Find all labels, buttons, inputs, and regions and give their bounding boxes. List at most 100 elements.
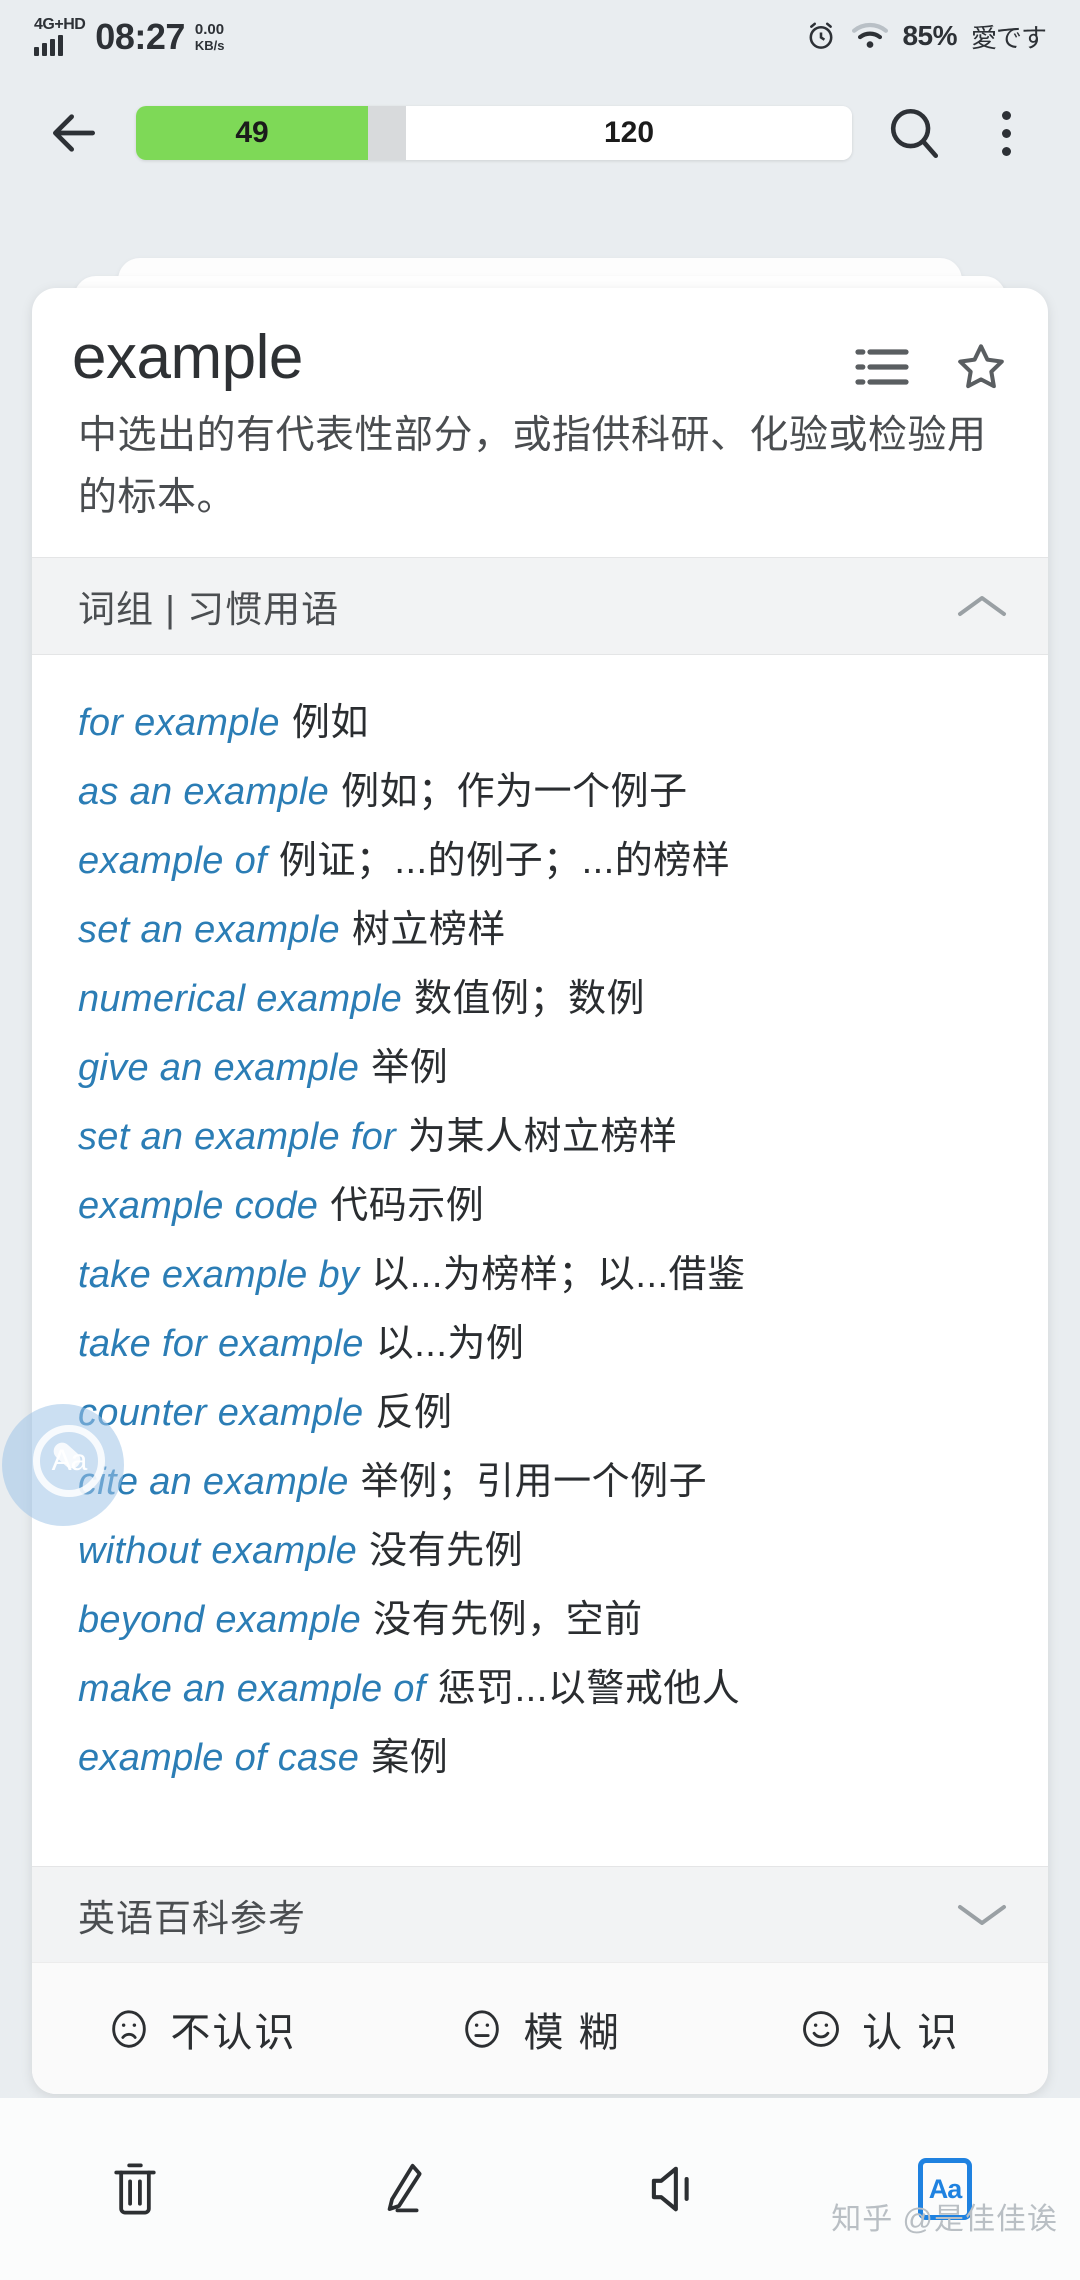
list-item[interactable]: cite an example 举例；引用一个例子: [78, 1448, 1012, 1517]
list-item[interactable]: for example 例如: [78, 689, 1012, 758]
frowning-face-icon: [112, 2009, 147, 2048]
smiling-face-icon: [803, 2010, 840, 2047]
status-bar-right: 85% 愛です: [804, 18, 1047, 55]
list-item[interactable]: without example 没有先例: [78, 1517, 1012, 1586]
floating-text-magnifier-button[interactable]: Aa: [2, 1404, 124, 1526]
wifi-icon: [852, 21, 889, 51]
bottom-toolbar: Aa: [0, 2098, 1080, 2280]
phrase-chinese: 举例: [371, 1047, 449, 1089]
search-button[interactable]: [868, 87, 960, 179]
list-item[interactable]: example of 例证；...的例子；...的榜样: [78, 827, 1012, 896]
delete-button[interactable]: [0, 2098, 270, 2280]
phrase-chinese: 树立榜样: [351, 909, 506, 951]
list-item[interactable]: set an example 树立榜样: [78, 896, 1012, 965]
list-item[interactable]: counter example 反例: [78, 1379, 1012, 1448]
list-item[interactable]: numerical example 数值例；数例: [78, 965, 1012, 1034]
top-navigation-bar: 49 120: [0, 78, 1080, 188]
phrase-chinese: 没有先例: [369, 1530, 524, 1572]
phrase-english: beyond example: [78, 1599, 362, 1641]
battery-percentage: 85%: [902, 20, 957, 51]
list-item[interactable]: beyond example 没有先例，空前: [78, 1586, 1012, 1655]
section-header-encyclopedia[interactable]: 英语百科参考: [32, 1866, 1048, 1962]
headword: example: [72, 323, 303, 392]
word-definition: 中选出的有代表性部分，或指供科研、化验或检验用的标本。: [78, 414, 987, 519]
phrase-chinese: 以...为例: [375, 1323, 525, 1365]
list-item[interactable]: as an example 例如；作为一个例子: [78, 758, 1012, 827]
phrase-english: take example by: [78, 1254, 360, 1296]
grade-button-unknown[interactable]: 不认识: [32, 2000, 371, 2058]
phrase-chinese: 反例: [375, 1392, 453, 1434]
network-type-label: 4G+HD: [34, 15, 86, 33]
phrase-english: give an example: [78, 1047, 360, 1089]
neutral-face-icon: [465, 2009, 500, 2048]
network-speed-value: 0.00: [194, 20, 225, 38]
search-icon: [890, 108, 939, 159]
status-bar-clock: 08:27: [95, 15, 185, 57]
back-button[interactable]: [28, 87, 120, 179]
back-arrow-icon: [53, 114, 95, 152]
study-progress-bar[interactable]: 49 120: [136, 106, 852, 160]
pronounce-button[interactable]: [540, 2098, 810, 2280]
network-speed-indicator: 0.00 KB/s: [194, 20, 225, 54]
signal-strength-icon: [34, 34, 63, 56]
grade-label: 模 糊: [523, 2010, 621, 2055]
phrase-chinese: 案例: [371, 1737, 449, 1779]
phrase-chinese: 例证；...的例子；...的榜样: [278, 840, 731, 882]
phrase-english: set an example for: [78, 1116, 397, 1158]
chevron-down-icon: [958, 1904, 1006, 1925]
phrase-english: make an example of: [78, 1668, 426, 1710]
list-item[interactable]: take example by 以...为榜样；以...借鉴: [78, 1241, 1012, 1310]
phrase-english: take for example: [78, 1323, 364, 1365]
phrase-english: set an example: [78, 909, 340, 951]
phrase-english: example of case: [78, 1737, 360, 1779]
grade-button-bar: 不认识 模 糊 认 识: [32, 1962, 1048, 2094]
section-title-phrases: 词组 | 习惯用语: [78, 589, 340, 630]
word-detail-card: example 中选出的有代表性部分，或指供科研、化验或检验用的标本。 词组 |…: [32, 288, 1048, 2094]
list-icon[interactable]: [854, 345, 910, 394]
pencil-icon: [387, 2163, 422, 2213]
phrase-chinese: 没有先例，空前: [373, 1599, 643, 1641]
phrase-chinese: 例如；作为一个例子: [341, 771, 688, 813]
progress-divider: [368, 106, 406, 160]
ime-indicator: 愛です: [970, 22, 1047, 53]
section-header-phrases[interactable]: 词组 | 习惯用语: [32, 557, 1048, 655]
grade-button-known[interactable]: 认 识: [709, 2000, 1048, 2058]
phrase-chinese: 例如: [291, 702, 369, 744]
phrase-chinese: 为某人树立榜样: [408, 1116, 678, 1158]
list-item[interactable]: set an example for 为某人树立榜样: [78, 1103, 1012, 1172]
network-speed-unit: KB/s: [194, 37, 225, 53]
card-header: example: [32, 288, 1048, 399]
phrase-chinese: 数值例；数例: [414, 978, 646, 1020]
phrase-chinese: 代码示例: [330, 1185, 485, 1227]
font-size-button[interactable]: Aa: [810, 2098, 1080, 2280]
list-item[interactable]: take for example 以...为例: [78, 1310, 1012, 1379]
phrase-list: for example 例如 as an example 例如；作为一个例子 exa…: [32, 655, 1048, 1866]
grade-button-fuzzy[interactable]: 模 糊: [371, 2000, 710, 2058]
progress-total-count: 120: [406, 106, 852, 160]
phrase-english: example code: [78, 1185, 319, 1227]
progress-completed-count: 49: [136, 106, 368, 160]
star-outline-icon[interactable]: [954, 340, 1008, 399]
phrase-english: numerical example: [78, 978, 403, 1020]
speaker-icon: [651, 2166, 689, 2212]
network-indicator: 4G+HD: [34, 15, 86, 56]
alarm-clock-icon: [804, 19, 838, 53]
more-vertical-icon: [1001, 110, 1011, 156]
phrase-chinese: 惩罚...以警戒他人: [437, 1668, 741, 1710]
card-header-actions: [854, 322, 1008, 399]
grade-label: 认 识: [862, 2010, 960, 2055]
list-item[interactable]: example code 代码示例: [78, 1172, 1012, 1241]
phrase-chinese: 举例；引用一个例子: [360, 1461, 708, 1503]
text-magnifier-icon: Aa: [33, 1425, 105, 1497]
grade-label: 不认识: [170, 2010, 297, 2055]
list-item[interactable]: give an example 举例: [78, 1034, 1012, 1103]
list-item[interactable]: make an example of 惩罚...以警戒他人: [78, 1655, 1012, 1724]
phrase-english: without example: [78, 1530, 358, 1572]
trash-icon: [114, 2163, 156, 2215]
watermark: 知乎 @是佳佳诶: [831, 2203, 1058, 2236]
overflow-menu-button[interactable]: [960, 87, 1052, 179]
phrase-english: example of: [78, 840, 267, 882]
list-item[interactable]: example of case 案例: [78, 1724, 1012, 1793]
edit-button[interactable]: [270, 2098, 540, 2280]
phone-screen: 4G+HD 08:27 0.00 KB/s 85% 愛です 49 120 exa…: [0, 0, 1080, 2280]
